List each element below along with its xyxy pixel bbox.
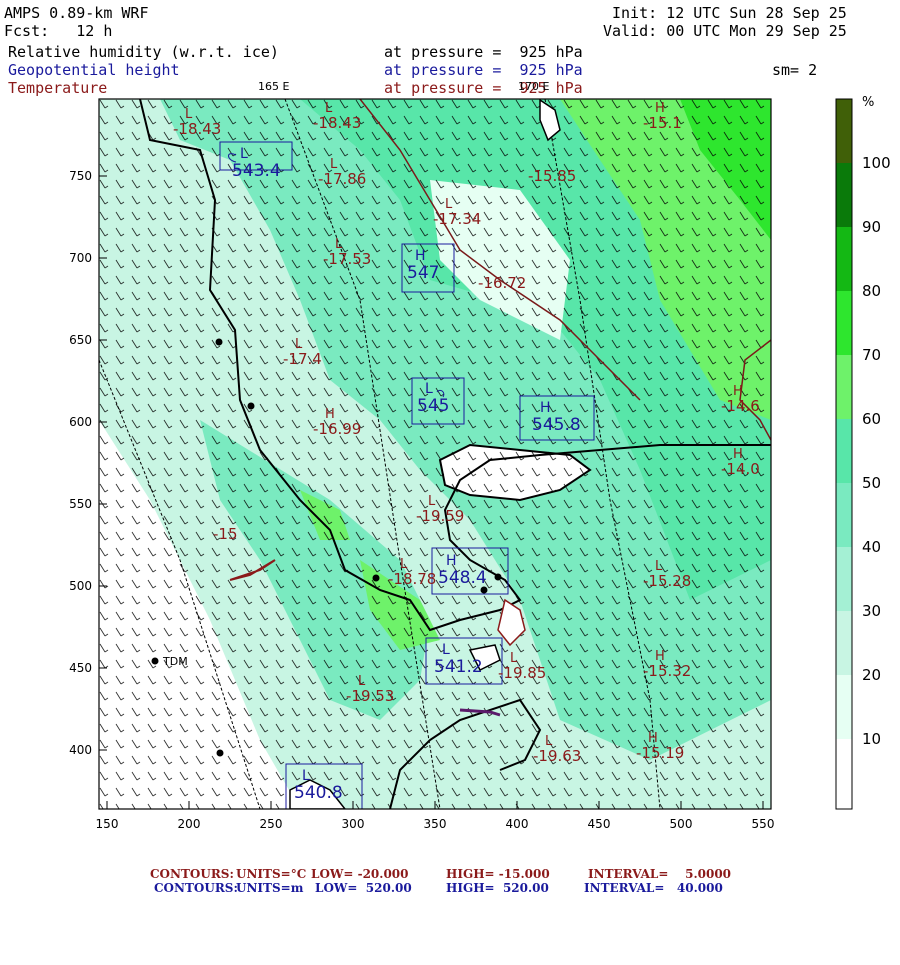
temperature-label: -19.85 (498, 664, 546, 682)
y-tick-label: 500 (69, 579, 92, 593)
height-label: 545 (417, 396, 449, 416)
footer-temp-units: UNITS=°C (236, 867, 307, 881)
temperature-label: -18.78 (388, 570, 436, 588)
colorbar-label: 20 (862, 666, 881, 684)
footer-height-units: UNITS=m (236, 881, 304, 895)
temperature-label: -17.53 (323, 250, 371, 268)
footer-height-contours-label: CONTOURS: (154, 881, 238, 895)
wind-barbs (99, 99, 771, 809)
y-tick-label: 750 (69, 169, 92, 183)
height-label: 545.8 (532, 415, 581, 435)
temperature-label: -16.72 (478, 274, 526, 292)
y-tick-label: 650 (69, 333, 92, 347)
colorbar-label: 40 (862, 538, 881, 556)
longitude-label: 170 E (518, 80, 549, 93)
height-label: 547 (407, 263, 439, 283)
temperature-label: -14.6 (721, 397, 760, 415)
colorbar-label: 70 (862, 346, 881, 364)
temperature-label: -15.32 (643, 662, 691, 680)
colorbar-label: 50 (862, 474, 881, 492)
height-extremum-marker: H (415, 248, 426, 264)
temperature-label: -17.4 (283, 350, 322, 368)
x-tick-label: 550 (752, 817, 775, 831)
colorbar (835, 98, 853, 810)
y-tick-label: 400 (69, 743, 92, 757)
height-extremum-marker: L (302, 768, 310, 784)
footer-temp-interval: INTERVAL= 5.0000 (588, 867, 732, 881)
temperature-label: -15 (213, 525, 238, 543)
x-tick-label: 500 (670, 817, 693, 831)
temperature-label: -19.59 (416, 507, 464, 525)
x-tick-label: 200 (178, 817, 201, 831)
station-label: TDM (162, 655, 188, 668)
footer-height-low: LOW= 520.00 (315, 881, 412, 895)
height-label: 541.2 (434, 657, 483, 677)
y-tick-label: 700 (69, 251, 92, 265)
height-extremum-marker: L (240, 146, 248, 162)
footer-temp-high: HIGH= -15.000 (446, 867, 550, 881)
height-label: 540.8 (294, 783, 343, 803)
temperature-label: -14.0 (721, 460, 760, 478)
temperature-label: -15.1 (643, 114, 682, 132)
footer-height-high: HIGH= 520.00 (446, 881, 549, 895)
height-label: 548.4 (438, 568, 487, 588)
footer-temp-contours: CONTOURS: UNITS=°C LOW= -20.000 HIGH= -1… (0, 867, 900, 881)
temperature-label: -17.86 (318, 170, 366, 188)
x-tick-label: 450 (588, 817, 611, 831)
temperature-label: -15.19 (636, 744, 684, 762)
temperature-label: -19.53 (346, 687, 394, 705)
colorbar-label: 80 (862, 282, 881, 300)
colorbar-label: 90 (862, 218, 881, 236)
height-extremum-marker: L (425, 381, 433, 397)
x-tick-label: 300 (342, 817, 365, 831)
temperature-label: -15.28 (643, 572, 691, 590)
x-tick-label: 350 (424, 817, 447, 831)
x-tick-label: 250 (260, 817, 283, 831)
temperature-label: -18.43 (173, 120, 221, 138)
footer-height-contours: CONTOURS: UNITS=m LOW= 520.00 HIGH= 520.… (0, 881, 900, 895)
y-tick-label: 600 (69, 415, 92, 429)
map-figure: 150 200 250 300 350 400 450 500 550 750 700 650 600 5… (69, 80, 891, 831)
temperature-label: -19.63 (533, 747, 581, 765)
footer-temp-low: LOW= -20.000 (311, 867, 409, 881)
colorbar-unit: % (862, 95, 874, 110)
plot-area (99, 99, 771, 809)
x-tick-label: 400 (506, 817, 529, 831)
y-tick-label: 550 (69, 497, 92, 511)
height-extremum-marker: H (540, 400, 551, 416)
colorbar-label: 100 (862, 154, 891, 172)
temperature-label: -17.34 (433, 210, 481, 228)
temperature-label: -16.99 (313, 420, 361, 438)
temperature-label: -18.43 (313, 114, 361, 132)
height-label: 543.4 (232, 161, 281, 181)
footer-temp-contours-label: CONTOURS: (150, 867, 234, 881)
x-tick-label: 150 (96, 817, 119, 831)
height-extremum-marker: L (442, 642, 450, 658)
footer-height-interval: INTERVAL= 40.000 (584, 881, 723, 895)
temperature-label: -15.85 (528, 167, 576, 185)
y-tick-label: 450 (69, 661, 92, 675)
colorbar-label: 30 (862, 602, 881, 620)
colorbar-label: 10 (862, 730, 881, 748)
colorbar-label: 60 (862, 410, 881, 428)
longitude-label: 165 E (258, 80, 289, 93)
height-extremum-marker: H (446, 553, 457, 569)
